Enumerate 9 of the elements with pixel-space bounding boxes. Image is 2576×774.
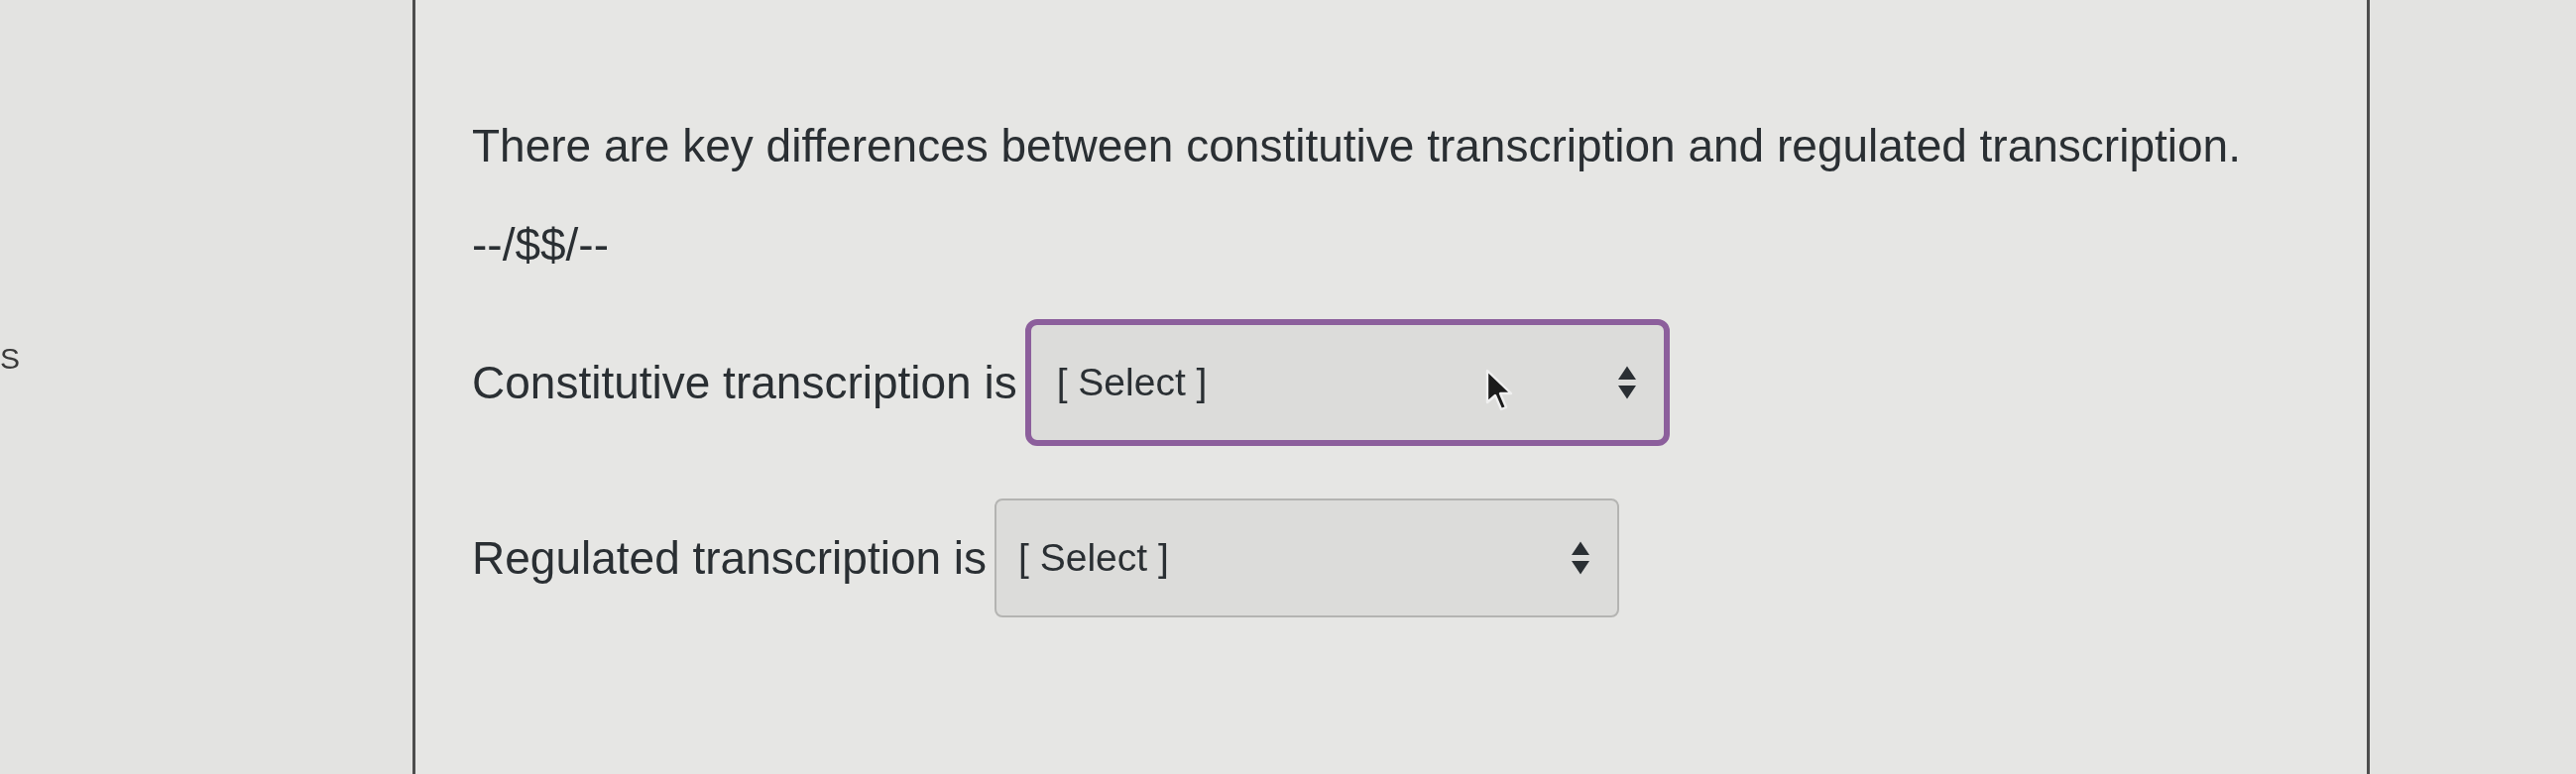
up-down-arrows-icon — [1617, 366, 1636, 399]
code-text: --/$$/-- — [472, 218, 609, 272]
dropdown-label: Constitutive transcription is — [472, 356, 1017, 409]
dropdown-label: Regulated transcription is — [472, 531, 988, 585]
up-down-arrows-icon — [1572, 541, 1590, 575]
answer-dropdown[interactable]: [ Select ] — [995, 498, 1620, 617]
answer-dropdown[interactable]: [ Select ] — [1024, 319, 1670, 446]
cut-off-text: S — [0, 343, 20, 375]
question-text: There are key differences between constitutive transcription and regulated transcription. — [472, 119, 2241, 172]
